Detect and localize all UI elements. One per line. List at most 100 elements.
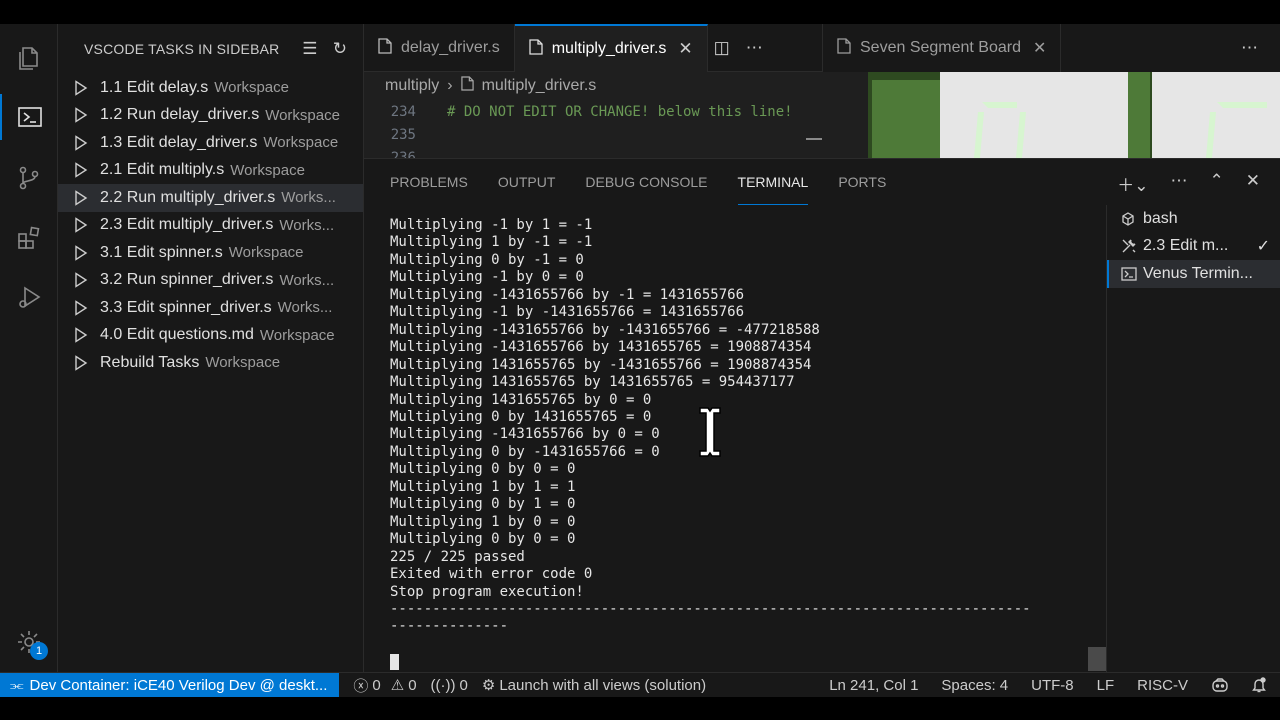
- collapse-all-icon[interactable]: ☰: [295, 39, 325, 59]
- run-task-icon[interactable]: [74, 272, 100, 289]
- run-task-icon[interactable]: [74, 79, 100, 96]
- terminal-line: Multiplying 1431655765 by 0 = 0: [390, 391, 652, 408]
- tab-problems[interactable]: PROBLEMS: [390, 159, 468, 205]
- tab-debug-console[interactable]: DEBUG CONSOLE: [585, 159, 707, 205]
- terminal-output[interactable]: Multiplying -1 by 1 = -1 Multiplying 1 by…: [390, 217, 1090, 636]
- terminal-scrollbar[interactable]: [1088, 647, 1106, 671]
- tab-ports[interactable]: PORTS: [838, 159, 886, 205]
- task-name: 3.2 Run spinner_driver.s: [100, 271, 274, 289]
- breadcrumb-file[interactable]: multiply_driver.s: [482, 77, 597, 95]
- refresh-icon[interactable]: ↻: [325, 39, 355, 59]
- split-editor-icon[interactable]: ◫: [714, 38, 730, 58]
- terminal-cursor: [390, 654, 399, 670]
- run-task-icon[interactable]: [74, 217, 100, 234]
- ports-status[interactable]: ((·)) 0: [431, 677, 468, 694]
- close-tab-icon[interactable]: ✕: [1033, 38, 1046, 58]
- more-actions-icon[interactable]: ⋯: [746, 38, 763, 58]
- task-item[interactable]: 2.3 Edit multiply_driver.s Works...: [58, 212, 363, 240]
- task-name: 1.1 Edit delay.s: [100, 78, 209, 96]
- terminal-line: Stop program execution!: [390, 583, 584, 600]
- breadcrumb-folder[interactable]: multiply: [385, 77, 439, 95]
- run-task-icon[interactable]: [74, 354, 100, 371]
- language-mode[interactable]: RISC-V: [1137, 677, 1188, 694]
- task-item[interactable]: 3.1 Edit spinner.s Workspace: [58, 239, 363, 267]
- run-task-icon[interactable]: [74, 299, 100, 316]
- task-item[interactable]: 2.2 Run multiply_driver.s Works...: [58, 184, 363, 212]
- terminal-list: bash 2.3 Edit m... ✓ Venus Termin...: [1107, 205, 1280, 288]
- settings-gear-icon[interactable]: [0, 619, 58, 665]
- tab-multiply-driver[interactable]: multiply_driver.s ✕: [514, 24, 708, 72]
- run-task-icon[interactable]: [74, 244, 100, 261]
- source-control-icon[interactable]: [0, 155, 58, 201]
- task-item[interactable]: 1.3 Edit delay_driver.s Workspace: [58, 129, 363, 157]
- run-task-icon[interactable]: [74, 189, 100, 206]
- launch-label: Launch with all views (solution): [499, 676, 707, 694]
- file-icon: [460, 76, 474, 96]
- task-description: Works...: [279, 271, 335, 289]
- close-panel-icon[interactable]: ✕: [1246, 171, 1260, 196]
- terminal-line: Multiplying 0 by 0 = 0: [390, 531, 576, 548]
- sidebar-header: VSCODE TASKS IN SIDEBAR ☰ ↻: [58, 24, 363, 74]
- tab-terminal[interactable]: TERMINAL: [737, 159, 809, 205]
- more-actions-icon[interactable]: ⋯: [1171, 171, 1188, 196]
- more-actions-icon[interactable]: ⋯: [1241, 38, 1258, 58]
- copilot-icon[interactable]: [1211, 677, 1229, 693]
- terminal-line: Multiplying 1 by 1 = 1: [390, 478, 576, 495]
- terminal-line: Multiplying 0 by -1431655766 = 0: [390, 443, 660, 460]
- end-of-line[interactable]: LF: [1097, 677, 1115, 694]
- explorer-icon[interactable]: [0, 34, 58, 80]
- task-description: Workspace: [263, 134, 339, 152]
- terminal-line: Multiplying -1 by 0 = 0: [390, 269, 584, 286]
- terminal-item-venus[interactable]: Venus Termin...: [1107, 260, 1280, 288]
- run-task-icon[interactable]: [74, 162, 100, 179]
- run-task-icon[interactable]: [74, 327, 100, 344]
- terminal-line: Multiplying 0 by 0 = 0: [390, 461, 576, 478]
- task-name: 1.2 Run delay_driver.s: [100, 106, 260, 124]
- tasks-sidebar-icon[interactable]: [0, 94, 58, 140]
- run-task-icon[interactable]: [74, 107, 100, 124]
- task-item[interactable]: 4.0 Edit questions.md Workspace: [58, 322, 363, 350]
- remote-label: Dev Container: iCE40 Verilog Dev @ deskt…: [29, 676, 328, 694]
- tab-delay-driver[interactable]: delay_driver.s: [364, 24, 515, 72]
- task-item[interactable]: 1.1 Edit delay.s Workspace: [58, 74, 363, 102]
- tab-output[interactable]: OUTPUT: [498, 159, 556, 205]
- terminal-item-bash[interactable]: bash: [1107, 205, 1280, 233]
- cursor-position[interactable]: Ln 241, Col 1: [829, 677, 918, 694]
- run-task-icon[interactable]: [74, 134, 100, 151]
- task-name: 2.1 Edit multiply.s: [100, 161, 225, 179]
- tab-seven-segment-board[interactable]: Seven Segment Board ✕: [823, 24, 1062, 72]
- task-item[interactable]: 3.3 Edit spinner_driver.s Works...: [58, 294, 363, 322]
- new-terminal-icon[interactable]: ＋⌄: [1117, 171, 1148, 196]
- terminal-line: --------------: [390, 618, 509, 635]
- terminal-label: Venus Termin...: [1143, 264, 1253, 282]
- problems-status[interactable]: ⓧ 0 ⚠ 0: [353, 675, 416, 696]
- terminal-item-edit-multiply[interactable]: 2.3 Edit m... ✓: [1107, 233, 1280, 261]
- overview-ruler-mark: [806, 138, 822, 140]
- task-description: Works...: [281, 189, 336, 207]
- maximize-panel-icon[interactable]: ⌃: [1210, 171, 1224, 196]
- task-item[interactable]: 2.1 Edit multiply.s Workspace: [58, 157, 363, 185]
- encoding[interactable]: UTF-8: [1031, 677, 1074, 694]
- run-debug-icon[interactable]: [0, 274, 58, 320]
- code-editor[interactable]: 234 # DO NOT EDIT OR CHANGE! below this …: [364, 100, 822, 158]
- launch-status[interactable]: ⚙ Launch with all views (solution): [482, 676, 707, 695]
- close-tab-icon[interactable]: ✕: [678, 39, 692, 59]
- task-item[interactable]: 3.2 Run spinner_driver.s Works...: [58, 267, 363, 295]
- activity-bar: 1: [0, 24, 58, 672]
- indentation[interactable]: Spaces: 4: [941, 677, 1008, 694]
- task-list: 1.1 Edit delay.s Workspace 1.2 Run delay_d…: [58, 74, 363, 377]
- task-item[interactable]: 1.2 Run delay_driver.s Workspace: [58, 102, 363, 130]
- panel-actions: ＋⌄ ⋯ ⌃ ✕: [1117, 171, 1260, 196]
- settings-badge: 1: [30, 642, 48, 660]
- screen-bottom-border: [0, 697, 1280, 720]
- task-description: Works...: [279, 216, 335, 234]
- remote-indicator[interactable]: ⫘ Dev Container: iCE40 Verilog Dev @ des…: [0, 672, 340, 698]
- task-item[interactable]: Rebuild Tasks Workspace: [58, 349, 363, 377]
- terminal-line: Multiplying 1431655765 by 1431655765 = 9…: [390, 374, 795, 391]
- task-name: 2.2 Run multiply_driver.s: [100, 188, 276, 206]
- task-name: Rebuild Tasks: [100, 353, 200, 371]
- notifications-bell-icon[interactable]: [1252, 677, 1266, 693]
- extensions-icon[interactable]: [0, 215, 58, 261]
- text-cursor-icon: [697, 405, 723, 464]
- task-description: Workspace: [205, 354, 281, 372]
